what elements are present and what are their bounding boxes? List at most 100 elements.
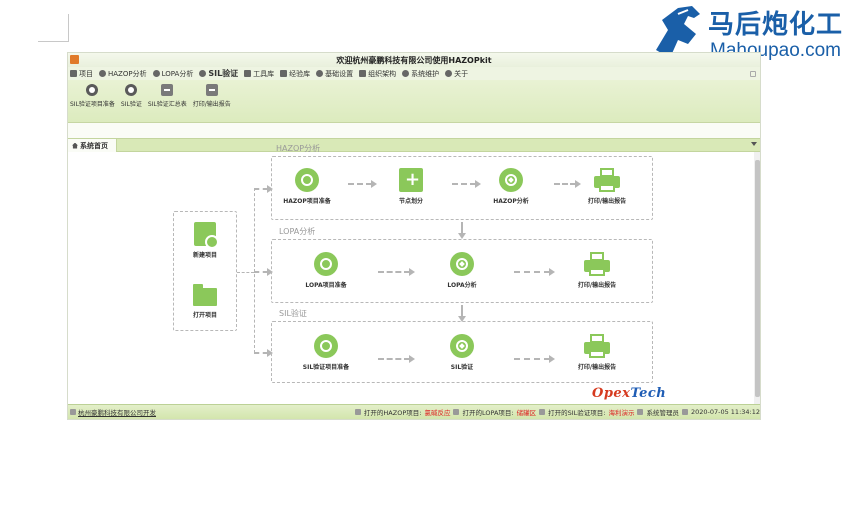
target-icon xyxy=(86,84,99,96)
hazop-group-label: HAZOP分析 xyxy=(276,144,321,153)
new-document-icon xyxy=(194,222,219,249)
folder-icon xyxy=(354,409,361,415)
menu-item-maintenance[interactable]: 系统维护 xyxy=(402,69,439,79)
lopa-group-label: LOPA分析 xyxy=(279,227,316,236)
sil-prepare-node[interactable]: SIL验证项目准备 xyxy=(281,334,371,371)
crop-mark xyxy=(68,14,69,42)
toolbox-icon xyxy=(244,70,252,77)
menu-item-settings[interactable]: 基础设置 xyxy=(316,69,353,79)
team-icon xyxy=(499,168,523,192)
circle-icon xyxy=(199,70,207,77)
menu-item-org[interactable]: 组织架构 xyxy=(359,69,396,79)
refresh-icon xyxy=(295,168,319,192)
menu-item-toolbox[interactable]: 工具库 xyxy=(244,69,274,79)
gear-icon xyxy=(316,70,324,77)
add-node-icon xyxy=(399,168,423,192)
hazop-project-label: 打开的HAZOP项目: xyxy=(363,409,422,417)
circle-icon xyxy=(152,70,160,77)
window-title: 欢迎杭州豪鹏科技有限公司使用HAZOPkit xyxy=(336,56,492,65)
report-icon xyxy=(161,84,174,96)
sil-verify-button[interactable]: SIL验证 xyxy=(121,84,142,108)
lopa-prepare-node[interactable]: LOPA项目准备 xyxy=(281,252,371,289)
vertical-scrollbar[interactable] xyxy=(754,152,760,405)
menu-bar: 项目 HAZOP分析 LOPA分析 SIL验证 工具库 经验库 基础设置 组织架… xyxy=(68,67,760,80)
sil-print-node[interactable]: 打印/输出报告 xyxy=(552,334,642,371)
hazop-project-value: 氯碱反应 xyxy=(424,409,451,417)
watermark-brand: 马后炮化工 xyxy=(708,10,844,40)
tab-bar: 系统首页 xyxy=(68,138,760,152)
down-arrow xyxy=(458,305,466,322)
list-icon xyxy=(280,70,288,77)
chat-icon xyxy=(125,84,138,96)
refresh-icon xyxy=(314,252,338,276)
status-info: 打开的HAZOP项目: 氯碱反应 打开的LOPA项目: 储罐区 打开的SIL验证… xyxy=(354,407,760,417)
menu-item-sil[interactable]: SIL验证 xyxy=(199,68,238,79)
node-division-node[interactable]: 节点划分 xyxy=(366,168,456,205)
app-window: 欢迎杭州豪鹏科技有限公司使用HAZOPkit 项目 HAZOP分析 LOPA分析… xyxy=(67,52,761,420)
flow-arrow xyxy=(514,355,555,363)
menu-item-lopa[interactable]: LOPA分析 xyxy=(152,69,193,79)
arrow-to-lopa xyxy=(254,268,273,276)
printer-icon xyxy=(594,168,620,192)
circle-icon xyxy=(99,70,106,77)
lopa-analysis-node[interactable]: LOPA分析 xyxy=(417,252,507,289)
folder-icon xyxy=(539,409,546,415)
menu-item-experience[interactable]: 经验库 xyxy=(280,69,310,79)
printer-icon xyxy=(584,334,610,358)
printer-icon xyxy=(584,252,610,276)
lopa-project-label: 打开的LOPA项目: xyxy=(462,409,514,417)
lopa-print-node[interactable]: 打印/输出报告 xyxy=(552,252,642,289)
down-arrow xyxy=(458,222,466,239)
grid-icon xyxy=(70,70,77,77)
workflow-canvas: 新建项目 打开项目 HAZOP分析 HAZOP项目准备 节点划分 xyxy=(68,144,760,405)
status-bar: 杭州豪鹏科技有限公司开发 打开的HAZOP项目: 氯碱反应 打开的LOPA项目:… xyxy=(68,404,760,419)
sil-project-label: 打开的SIL验证项目: xyxy=(548,409,606,417)
sil-verify-node[interactable]: SIL验证 xyxy=(417,334,507,371)
menu-item-about[interactable]: 关于 xyxy=(445,69,468,79)
title-bar: 欢迎杭州豪鹏科技有限公司使用HAZOPkit xyxy=(68,53,760,67)
refresh-icon xyxy=(314,334,338,358)
user-icon xyxy=(637,409,644,415)
arrow-to-sil xyxy=(254,349,273,357)
hazop-print-node[interactable]: 打印/输出报告 xyxy=(562,168,652,205)
current-user: 系统管理员 xyxy=(646,409,679,417)
folder-icon xyxy=(193,284,217,306)
new-project-node[interactable]: 新建项目 xyxy=(160,222,250,259)
branch-connector xyxy=(237,272,254,273)
open-project-node[interactable]: 打开项目 xyxy=(160,284,250,319)
scrollbar-thumb[interactable] xyxy=(755,160,760,397)
folder-icon xyxy=(453,409,460,415)
hazop-prepare-node[interactable]: HAZOP项目准备 xyxy=(262,168,352,205)
hazop-analysis-node[interactable]: HAZOP分析 xyxy=(466,168,556,205)
flow-arrow xyxy=(378,268,415,276)
opextech-logo: OpexTech xyxy=(592,386,667,401)
page: 马后炮化工 Mahoupao.com 欢迎杭州豪鹏科技有限公司使用HAZOPki… xyxy=(0,0,866,505)
info-icon xyxy=(445,70,453,77)
company-credit[interactable]: 杭州豪鹏科技有限公司开发 xyxy=(70,407,156,417)
sil-summary-button[interactable]: SIL验证汇总表 xyxy=(148,84,187,108)
org-icon xyxy=(359,70,367,77)
sil-prepare-button[interactable]: SIL验证项目准备 xyxy=(70,84,115,108)
printer-icon xyxy=(205,84,218,96)
chevron-down-icon[interactable] xyxy=(751,142,757,146)
menu-item-hazop[interactable]: HAZOP分析 xyxy=(99,69,147,79)
lopa-project-value: 储罐区 xyxy=(516,409,537,417)
sil-project-value: 海利演示 xyxy=(608,409,635,417)
lock-icon[interactable] xyxy=(750,70,756,77)
team-icon xyxy=(450,334,474,358)
sil-group-label: SIL验证 xyxy=(279,309,307,318)
status-datetime: 2020-07-05 11:34:12 xyxy=(690,408,760,416)
tab-home[interactable]: 系统首页 xyxy=(68,139,117,152)
clock-icon xyxy=(681,409,688,415)
flow-arrow xyxy=(514,268,555,276)
flow-arrow xyxy=(378,355,415,363)
team-icon xyxy=(450,252,474,276)
menu-item-project[interactable]: 项目 xyxy=(70,69,93,79)
home-icon xyxy=(70,409,76,415)
ribbon-toolbar: SIL验证项目准备 SIL验证 SIL验证汇总表 打印/输出报告 xyxy=(68,80,760,123)
home-icon xyxy=(72,142,78,149)
crop-mark xyxy=(38,41,68,42)
gear-icon xyxy=(402,70,410,77)
print-report-button[interactable]: 打印/输出报告 xyxy=(193,84,231,108)
